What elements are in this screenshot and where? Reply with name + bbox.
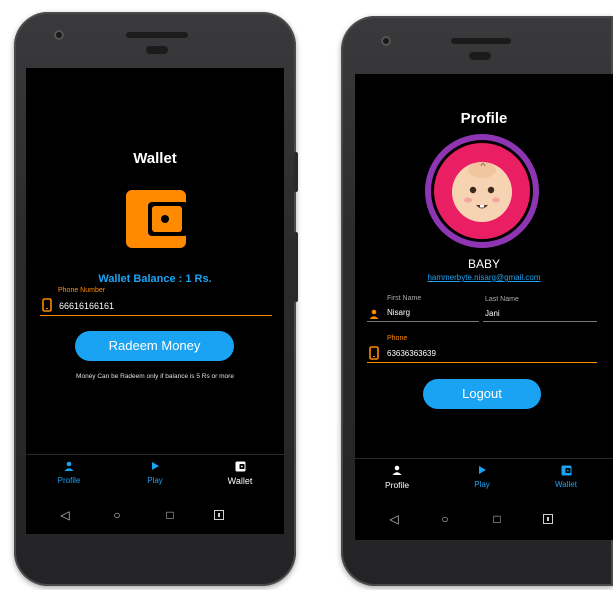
first-name-label: First Name: [387, 295, 422, 302]
nav-profile[interactable]: Profile: [367, 465, 427, 490]
nav-play[interactable]: Play: [125, 461, 185, 485]
page-title: Wallet: [133, 150, 177, 167]
baby-face-icon: [425, 134, 539, 248]
recents-icon[interactable]: □: [487, 512, 507, 526]
system-navigation-bar: ◁ ○ □: [26, 498, 284, 534]
nav-profile-label: Profile: [57, 476, 81, 485]
phone-frame-wallet: Wallet Wallet Balance : 1 Rs. Phone Numb…: [14, 12, 298, 586]
last-name-underline: [483, 321, 597, 322]
nav-wallet[interactable]: Wallet: [210, 461, 270, 486]
keyboard-icon[interactable]: [209, 508, 229, 523]
phone-frame-profile: Profile BABY hammerbyte.nisarg@gmail.com…: [341, 16, 613, 586]
phone-field-label: Phone Number: [58, 287, 106, 294]
phone-field-underline: [367, 362, 597, 363]
wallet-screen: Wallet Wallet Balance : 1 Rs. Phone Numb…: [26, 68, 284, 534]
person-icon: [369, 306, 379, 319]
page-title: Profile: [460, 110, 508, 127]
front-camera: [381, 36, 391, 46]
person-icon: [367, 465, 427, 477]
nav-wallet-label: Wallet: [227, 476, 253, 486]
redeem-note: Money Can be Radeem only if balance is 5…: [76, 373, 234, 380]
nav-wallet[interactable]: Wallet: [536, 465, 596, 489]
earpiece-speaker: [451, 38, 511, 44]
phone-number-input[interactable]: 63636363639: [387, 349, 436, 358]
wallet-icon: [536, 465, 596, 477]
last-name-label: Last Name: [485, 296, 519, 303]
profile-name: BABY: [467, 257, 500, 271]
wallet-icon: [210, 461, 270, 473]
phone-number-input[interactable]: 66616166161: [59, 301, 114, 311]
first-name-input[interactable]: Nisarg: [387, 308, 410, 317]
avatar[interactable]: [423, 132, 541, 250]
person-icon: [39, 461, 99, 473]
sensor: [146, 46, 168, 54]
nav-play[interactable]: Play: [452, 465, 512, 489]
logout-button[interactable]: Logout: [423, 379, 541, 409]
bottom-navigation: Profile Play Wallet: [355, 458, 613, 503]
phone-field-label: Phone: [387, 335, 408, 342]
back-icon[interactable]: ◁: [384, 512, 404, 526]
nav-play-label: Play: [474, 480, 490, 489]
nav-profile[interactable]: Profile: [39, 461, 99, 485]
recents-icon[interactable]: □: [160, 508, 180, 522]
home-icon[interactable]: ○: [107, 508, 127, 522]
power-button: [294, 152, 298, 192]
front-camera: [54, 30, 64, 40]
play-icon: [125, 461, 185, 473]
back-icon[interactable]: ◁: [55, 508, 75, 522]
system-navigation-bar: ◁ ○ □: [355, 502, 613, 538]
phone-icon: [42, 298, 52, 312]
wallet-icon: [124, 188, 188, 250]
phone-field-underline: [40, 315, 272, 316]
sensor: [469, 52, 491, 60]
wallet-balance: Wallet Balance : 1 Rs.: [98, 273, 212, 285]
nav-play-label: Play: [147, 476, 163, 485]
home-icon[interactable]: ○: [435, 512, 455, 526]
nav-profile-label: Profile: [384, 480, 410, 490]
play-icon: [452, 465, 512, 477]
redeem-money-button[interactable]: Radeem Money: [75, 331, 234, 361]
last-name-input[interactable]: Jani: [485, 309, 500, 318]
keyboard-icon[interactable]: [538, 512, 558, 527]
profile-email-link[interactable]: hammerbyte.nisarg@gmail.com: [355, 273, 613, 282]
earpiece-speaker: [126, 32, 188, 38]
bottom-navigation: Profile Play Wallet: [26, 454, 284, 499]
volume-button: [294, 232, 298, 302]
first-name-underline: [367, 321, 479, 322]
profile-screen: Profile BABY hammerbyte.nisarg@gmail.com…: [355, 74, 613, 540]
nav-wallet-label: Wallet: [555, 480, 577, 489]
phone-icon: [369, 346, 379, 360]
